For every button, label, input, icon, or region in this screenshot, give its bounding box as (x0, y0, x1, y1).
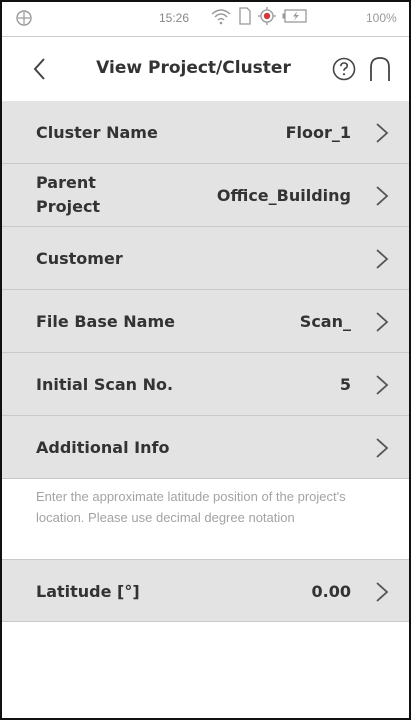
row-label: File Base Name (36, 311, 175, 331)
help-circle-icon[interactable] (332, 57, 356, 81)
status-icons (210, 7, 308, 25)
row-file-base-name[interactable]: File Base Name Scan_ (2, 290, 409, 353)
row-value: Office_Building (216, 185, 351, 205)
row-initial-scan-no[interactable]: Initial Scan No. 5 (2, 353, 409, 416)
row-customer[interactable]: Customer (2, 227, 409, 290)
row-label: Cluster Name (36, 122, 158, 142)
chevron-right-icon (376, 375, 389, 395)
battery-icon (282, 9, 307, 23)
sim-icon (239, 7, 251, 25)
row-value: Scan_ (299, 311, 351, 331)
crosshair-icon (16, 10, 32, 26)
app-header: View Project/Cluster (2, 37, 409, 101)
row-additional-info[interactable]: Additional Info (2, 416, 409, 479)
chevron-right-icon (376, 123, 389, 143)
settings-list: Cluster Name Floor_1 Parent Project Offi… (2, 101, 409, 479)
row-value: Floor_1 (285, 122, 351, 142)
home-arch-icon[interactable] (368, 55, 392, 83)
row-parent-project[interactable]: Parent Project Office_Building (2, 164, 409, 227)
row-latitude[interactable]: Latitude [°] 0.00 (2, 559, 409, 622)
chevron-right-icon (376, 186, 389, 206)
row-label: Customer (36, 248, 123, 268)
chevron-right-icon (376, 312, 389, 332)
row-label: Initial Scan No. (36, 374, 174, 394)
row-label: Additional Info (36, 437, 170, 457)
wifi-icon (211, 9, 231, 25)
status-bar: 15:26 100% (2, 2, 409, 36)
chevron-right-icon (376, 582, 389, 602)
chevron-right-icon (376, 249, 389, 269)
row-label: Latitude [°] (36, 581, 140, 601)
app-frame: 15:26 100% View Project/Cluster Cluster … (0, 0, 411, 720)
row-value: 0.00 (311, 581, 351, 601)
row-value: 5 (339, 374, 351, 394)
row-cluster-name[interactable]: Cluster Name Floor_1 (2, 101, 409, 164)
battery-percent: 100% (366, 11, 397, 25)
status-time: 15:26 (159, 11, 190, 25)
row-label: Parent Project (36, 173, 101, 216)
latitude-hint-text: Enter the approximate latitude position … (2, 479, 409, 559)
gps-icon (258, 7, 276, 25)
chevron-right-icon (376, 438, 389, 458)
